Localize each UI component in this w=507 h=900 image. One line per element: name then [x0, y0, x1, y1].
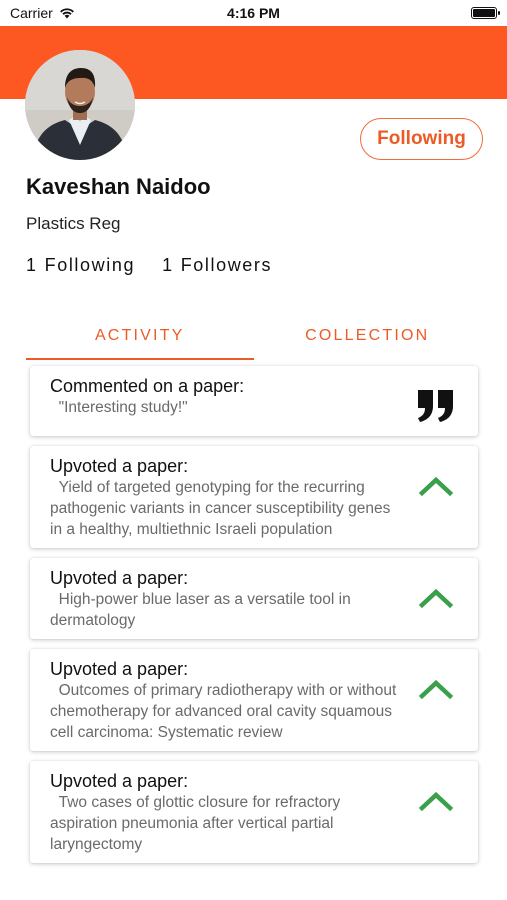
tab-activity[interactable]: ACTIVITY	[26, 312, 254, 360]
upvote-chevron-icon[interactable]	[414, 576, 458, 620]
activity-card[interactable]: Upvoted a paper: Yield of targeted genot…	[30, 446, 478, 548]
paper-title: Two cases of glottic closure for refract…	[50, 794, 341, 853]
activity-title: Upvoted a paper:	[50, 456, 189, 476]
activity-title: Commented on a paper:	[50, 376, 245, 396]
following-label: Following	[44, 255, 136, 275]
following-count: 1	[26, 255, 38, 275]
avatar	[25, 50, 135, 160]
activity-card[interactable]: Upvoted a paper: Outcomes of primary rad…	[30, 649, 478, 751]
activity-title: Upvoted a paper:	[50, 568, 189, 588]
battery-icon	[471, 7, 500, 19]
paper-title: High-power blue laser as a versatile too…	[50, 591, 351, 629]
followers-count: 1	[162, 255, 174, 275]
activity-card[interactable]: Upvoted a paper: High-power blue laser a…	[30, 558, 478, 639]
paper-title: Outcomes of primary radiotherapy with or…	[50, 682, 397, 741]
profile-role: Plastics Reg	[26, 214, 121, 233]
avatar-photo	[25, 50, 135, 160]
activity-card[interactable]: Commented on a paper: "Interesting study…	[30, 366, 478, 436]
activity-card[interactable]: Upvoted a paper: Two cases of glottic cl…	[30, 761, 478, 863]
followers-stat[interactable]: 1 Followers	[162, 255, 272, 276]
paper-title: Yield of targeted genotyping for the rec…	[50, 479, 391, 538]
follow-stats: 1 Following 1 Followers	[26, 255, 272, 276]
status-time: 4:16 PM	[227, 5, 280, 21]
following-stat[interactable]: 1 Following	[26, 255, 135, 276]
activity-feed: Commented on a paper: "Interesting study…	[30, 366, 478, 873]
profile-name: Kaveshan Naidoo	[26, 174, 211, 199]
followers-label: Followers	[180, 255, 273, 275]
following-button[interactable]: Following	[360, 118, 483, 160]
activity-comment: "Interesting study!"	[58, 399, 188, 416]
upvote-chevron-icon[interactable]	[414, 667, 458, 711]
tab-collection[interactable]: COLLECTION	[254, 312, 482, 360]
quote-icon	[414, 384, 458, 428]
status-bar: Carrier 4:16 PM	[0, 0, 507, 26]
profile-tabs: ACTIVITY COLLECTION	[26, 312, 481, 360]
upvote-chevron-icon[interactable]	[414, 464, 458, 508]
upvote-chevron-icon[interactable]	[414, 779, 458, 823]
activity-title: Upvoted a paper:	[50, 659, 189, 679]
activity-title: Upvoted a paper:	[50, 771, 189, 791]
